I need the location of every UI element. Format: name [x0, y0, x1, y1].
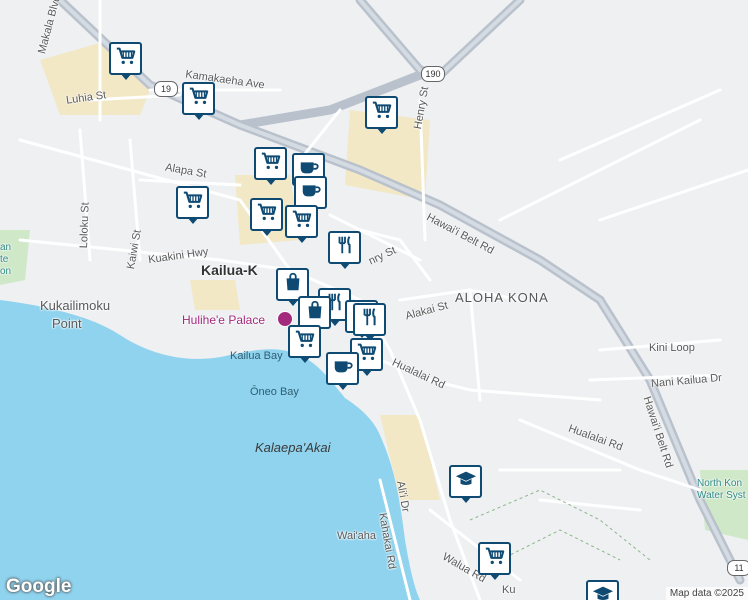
marker-pointer: [339, 262, 351, 269]
coffee-cup-icon: [332, 355, 354, 382]
highway-shield-19: 19: [154, 81, 178, 97]
map-marker-school[interactable]: [586, 580, 619, 600]
marker-pointer: [265, 178, 277, 185]
map-marker-grocery[interactable]: [109, 42, 142, 80]
google-logo: Google: [6, 576, 72, 597]
marker-pointer: [193, 113, 205, 120]
fork-knife-icon: [334, 234, 356, 261]
shopping-cart-icon: [182, 189, 204, 216]
map-marker-grocery[interactable]: [182, 82, 215, 120]
highway-shield-11: 11: [727, 560, 748, 576]
shopping-cart-icon: [371, 99, 393, 126]
map-marker-cafe[interactable]: [326, 352, 359, 390]
street-label-kini: Kini Loop: [649, 342, 695, 354]
shopping-cart-icon: [294, 328, 316, 355]
map-canvas[interactable]: Makala Blvd Luhia St Kamakaeha Ave Henry…: [0, 0, 748, 600]
shopping-cart-icon: [188, 85, 210, 112]
water-label-oneo-bay: Ōneo Bay: [250, 386, 299, 398]
marker-pointer: [261, 229, 273, 236]
place-label-waiaha: Wai'aha: [337, 530, 376, 542]
map-marker-grocery[interactable]: [365, 96, 398, 134]
marker-pointer: [299, 356, 311, 363]
shopping-cart-icon: [260, 150, 282, 177]
map-marker-grocery[interactable]: [176, 186, 209, 224]
park-label-left-3: on: [0, 266, 12, 277]
fork-knife-icon: [359, 306, 381, 333]
marker-pointer: [296, 236, 308, 243]
map-marker-grocery[interactable]: [285, 205, 318, 243]
graduation-cap-icon: [455, 468, 477, 495]
marker-pointer: [120, 73, 132, 80]
park-label-left-1: an: [0, 242, 12, 253]
map-marker-grocery[interactable]: [478, 542, 511, 580]
shopping-bag-icon: [304, 299, 326, 326]
place-label-point: Point: [52, 316, 82, 331]
street-label-ku: Ku: [502, 584, 516, 596]
marker-pointer: [376, 127, 388, 134]
map-marker-grocery[interactable]: [250, 198, 283, 236]
highway-shield-190: 190: [421, 66, 445, 82]
map-credit[interactable]: Map data ©2025: [665, 587, 748, 600]
poi-label-water-system[interactable]: Water Syst: [697, 490, 746, 501]
place-label-kukailimoku: Kukailimoku: [40, 298, 111, 313]
marker-pointer: [361, 369, 373, 376]
shopping-cart-icon: [291, 208, 313, 235]
shopping-cart-icon: [115, 45, 137, 72]
marker-pointer: [489, 573, 501, 580]
shopping-cart-icon: [256, 201, 278, 228]
shopping-cart-icon: [484, 545, 506, 572]
map-marker-grocery[interactable]: [288, 325, 321, 363]
map-marker-restaurant[interactable]: [328, 231, 361, 269]
water-label-kalaepa: Kalaepa'Akai: [255, 440, 331, 455]
map-marker-restaurant[interactable]: [353, 303, 386, 341]
park-label-left-2: te: [0, 254, 9, 265]
shopping-bag-icon: [282, 271, 304, 298]
area-label-aloha-kona: ALOHA KONA: [455, 290, 549, 305]
map-marker-school[interactable]: [449, 465, 482, 503]
marker-pointer: [460, 496, 472, 503]
coffee-cup-icon: [300, 179, 322, 206]
marker-pointer: [337, 383, 349, 390]
street-label-loloku: Loloku St: [78, 202, 92, 249]
poi-label-hulihee[interactable]: Hulihe'e Palace: [182, 313, 265, 327]
marker-pointer: [187, 217, 199, 224]
water-label-kailua-bay: Kailua Bay: [230, 350, 283, 362]
poi-label-north-kona[interactable]: North Kon: [697, 478, 742, 489]
graduation-cap-icon: [592, 583, 614, 600]
map-marker-grocery[interactable]: [254, 147, 287, 185]
town-label-kailua: Kailua-K: [201, 262, 258, 278]
